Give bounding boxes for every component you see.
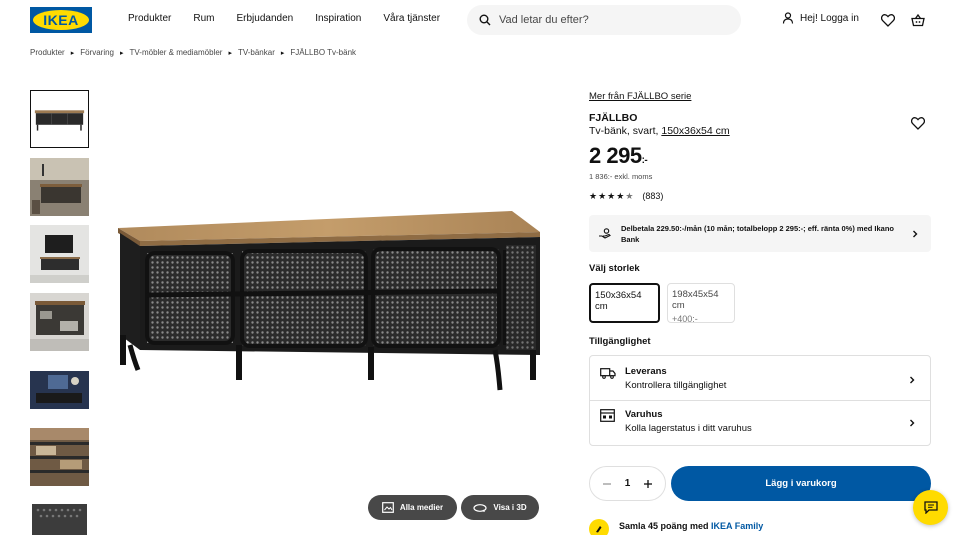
product-type: Tv-bänk, svart, [589,125,659,137]
truck-icon [600,367,616,381]
delivery-row[interactable]: Leverans Kontrollera tillgänglighet [590,356,930,401]
finance-text: Delbetala 229.50:-/mån (10 mån; totalbel… [621,223,894,244]
rotate-3d-icon [473,503,487,512]
chevron-right-icon [908,419,916,427]
breadcrumb-item[interactable]: Produkter [30,48,65,57]
thumbnail-4[interactable] [30,293,89,351]
minus-icon[interactable] [600,477,614,491]
gallery-icon [382,502,394,513]
series-link[interactable]: Mer från FJÄLLBO serie [589,91,691,102]
price-value: 2 295 [589,143,642,168]
main-nav: Produkter Rum Erbjudanden Inspiration Vå… [128,13,462,24]
finance-banner[interactable]: Delbetala 229.50:-/mån (10 mån; totalbel… [589,215,931,252]
all-media-button[interactable]: Alla medier [368,495,457,520]
nav-item-rum[interactable]: Rum [193,13,214,24]
store-icon [600,409,616,423]
chevron-right-icon: ▸ [228,49,232,57]
family-prefix: Samla 45 poäng med [619,521,709,531]
chat-icon [923,501,938,514]
product-description: Tv-bänk, svart, 150x36x54 cm [589,125,730,137]
breadcrumb: Produkter ▸ Förvaring ▸ TV-möbler & medi… [30,48,356,57]
store-label: Varuhus [625,409,663,420]
quantity-value[interactable]: 1 [625,478,631,489]
chevron-right-icon: ▸ [70,49,75,57]
cart-icon[interactable] [910,12,926,28]
chevron-right-icon [908,376,916,384]
delivery-label: Leverans [625,366,667,377]
delivery-sub: Kontrollera tillgänglighet [625,380,727,391]
breadcrumb-item[interactable]: Förvaring [80,48,114,57]
favorite-heart-icon[interactable] [910,117,926,131]
size-option-selected[interactable]: 150x36x54 cm [589,283,660,323]
nav-item-tjanster[interactable]: Våra tjänster [383,13,440,24]
rating-stars: ★ ★ ★ ★ ★ [589,190,634,201]
thumbnail-gallery [30,90,89,535]
breadcrumb-item-current[interactable]: FJÄLLBO Tv-bänk [290,48,356,57]
view-3d-label: Visa i 3D [493,503,527,512]
thumbnail-2[interactable] [30,158,89,216]
logo-oval: IKEA [33,10,89,30]
size-title: Välj storlek [589,263,640,274]
ikea-logo[interactable]: IKEA [30,7,92,33]
all-media-label: Alla medier [399,503,444,512]
price: 2 295:- [589,143,648,169]
family-badge-icon [589,519,609,535]
star-full-icon: ★ [589,190,598,201]
rating[interactable]: ★ ★ ★ ★ ★ (883) [589,191,663,201]
family-text: Samla 45 poäng med IKEA Family [619,521,763,531]
thumbnail-6[interactable] [30,428,89,486]
price-ex-vat: 1 836:- exkl. moms [589,172,653,181]
rating-count: (883) [642,191,664,201]
login-label: Hej! Logga in [800,12,859,24]
price-suffix: :- [641,155,648,166]
quantity-stepper: 1 [589,466,666,501]
login-link[interactable]: Hej! Logga in [782,12,859,24]
chevron-right-icon: ▸ [280,49,285,57]
heart-icon[interactable] [880,12,896,28]
view-3d-button[interactable]: Visa i 3D [461,495,539,520]
hand-coin-icon [598,227,612,241]
site-header: IKEA Produkter Rum Erbjudanden Inspirati… [0,0,960,40]
breadcrumb-item[interactable]: TV-bänkar [238,48,275,57]
thumbnail-1[interactable] [30,90,89,148]
size-option-label: 150x36x54 cm [595,290,642,312]
nav-item-erbjudanden[interactable]: Erbjudanden [236,13,293,24]
family-link[interactable]: IKEA Family [711,521,763,531]
thumbnail-3[interactable] [30,225,89,283]
user-icon [782,12,794,24]
chat-button[interactable] [913,490,948,525]
chevron-right-icon: ▸ [120,49,124,57]
thumbnail-5[interactable] [30,361,89,419]
thumbnail-7[interactable] [30,496,89,535]
star-half-icon: ★ [625,190,634,201]
size-option-price: +400:- [672,314,698,324]
ikea-family-promo: Samla 45 poäng med IKEA Family [589,519,763,535]
star-full-icon: ★ [607,190,616,201]
availability-box: Leverans Kontrollera tillgänglighet Varu… [589,355,931,446]
add-to-cart-button[interactable]: Lägg i varukorg [671,466,931,501]
search-input[interactable] [499,14,719,26]
chevron-right-icon [911,230,919,238]
product-name: FJÄLLBO [589,112,638,124]
nav-item-produkter[interactable]: Produkter [128,13,171,24]
plus-icon[interactable] [641,477,655,491]
nav-item-inspiration[interactable]: Inspiration [315,13,361,24]
star-full-icon: ★ [598,190,607,201]
main-product-image[interactable] [110,195,550,420]
add-to-cart-label: Lägg i varukorg [765,478,837,489]
size-option[interactable]: 198x45x54 cm +400:- [667,283,735,324]
store-sub: Kolla lagerstatus i ditt varuhus [625,423,752,434]
search-bar[interactable] [467,5,741,35]
store-row[interactable]: Varuhus Kolla lagerstatus i ditt varuhus [590,401,930,446]
star-full-icon: ★ [616,190,625,201]
search-icon [479,14,491,26]
breadcrumb-item[interactable]: TV-möbler & mediamöbler [130,48,223,57]
logo-text: IKEA [43,12,79,28]
size-option-label: 198x45x54 cm [672,289,719,311]
availability-title: Tillgänglighet [589,336,651,347]
product-size-link[interactable]: 150x36x54 cm [661,125,729,137]
